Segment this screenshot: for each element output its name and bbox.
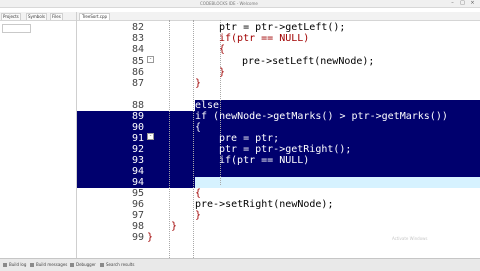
code-line: 98 } (131, 221, 178, 232)
code-line: 83 if(ptr == NULL) (131, 33, 310, 44)
management-tabs: Projects Symbols Files (0, 12, 76, 21)
code-line: 90 { (131, 122, 202, 133)
title-bar: CODEBLOCKS IDE - Welcome – □ × (0, 0, 480, 8)
tab-files[interactable]: Files (50, 13, 63, 20)
debugger-icon (70, 263, 74, 267)
tab-symbols[interactable]: Symbols (26, 13, 47, 20)
code-line: 92 ptr = ptr->getRight(); (131, 144, 352, 155)
code-editor[interactable]: - - 82 ptr = ptr->getLeft(); 83 if(ptr =… (77, 20, 480, 258)
task-search-results[interactable]: Search results (100, 261, 134, 269)
minimize-icon[interactable]: – (448, 1, 457, 6)
code-line: 95 { (131, 188, 202, 199)
code-line: 85 pre->setLeft(newNode); (131, 56, 375, 67)
search-results-icon (100, 263, 104, 267)
activation-watermark: Activate Windows (392, 236, 428, 241)
code-line: 87 } (131, 78, 202, 89)
close-icon[interactable]: × (468, 1, 477, 6)
maximize-icon[interactable]: □ (458, 1, 467, 6)
management-panel: Projects Symbols Files (0, 12, 77, 258)
task-build-log[interactable]: Build log (3, 261, 26, 269)
code-line: 97 } (131, 210, 202, 221)
code-line: 82 ptr = ptr->getLeft(); (131, 22, 346, 33)
code-line: 89 if (newNode->getMarks() > ptr->getMar… (131, 111, 448, 122)
code-line: 91 pre = ptr; (131, 133, 280, 144)
tab-projects[interactable]: Projects (1, 13, 21, 20)
tab-treesort-cpp[interactable]: TreeSort.cpp (79, 13, 111, 20)
code-line: 94 (131, 166, 144, 177)
code-line: 93 if(ptr == NULL) (131, 155, 310, 166)
code-line: 86 } (131, 67, 226, 78)
build-log-icon (3, 263, 7, 267)
code-line: 84 { (131, 44, 226, 55)
window-title: CODEBLOCKS IDE - Welcome (200, 1, 258, 6)
code-line: 94 (131, 177, 144, 188)
build-messages-icon (30, 263, 34, 267)
status-taskbar: Build log Build messages Debugger Search… (0, 258, 480, 271)
task-build-messages[interactable]: Build messages (30, 261, 67, 269)
task-debugger[interactable]: Debugger (70, 261, 96, 269)
code-line: 96 pre->setRight(newNode); (131, 199, 334, 210)
code-line: 88 else (131, 100, 220, 111)
workspace-input[interactable] (2, 24, 31, 33)
